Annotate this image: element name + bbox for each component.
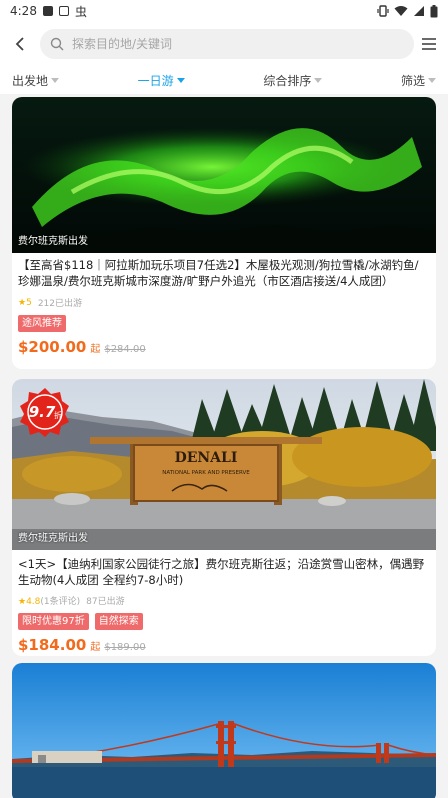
golden-gate-image <box>12 663 436 798</box>
product-meta: ★5 212已出游 <box>12 291 436 310</box>
sold-count: 212已出游 <box>37 299 82 309</box>
current-price: $200.00 <box>18 338 87 356</box>
wifi-icon <box>394 6 408 16</box>
star-icon: ★ <box>18 597 27 607</box>
chevron-left-icon <box>15 37 24 51</box>
tag-list: 限时优惠97折 自然探索 <box>12 607 436 630</box>
tag: 限时优惠97折 <box>18 613 89 630</box>
product-card[interactable]: DENALI NATIONAL PARK AND PRESERVE 9.7 折 … <box>12 379 436 656</box>
bug-icon: 虫 <box>74 4 87 19</box>
triangle-down-icon <box>51 77 60 83</box>
filter-label: 筛选 <box>400 73 425 88</box>
product-title[interactable]: 【至高省$118｜阿拉斯加玩乐项目7任选2】木屋极光观测/狗拉雪橇/冰湖钓鱼/珍… <box>12 253 436 291</box>
product-meta: ★4.8(1条评论) 87已出游 <box>12 588 436 607</box>
product-card[interactable]: 费尔班克斯出发 【至高省$118｜阿拉斯加玩乐项目7任选2】木屋极光观测/狗拉雪… <box>12 97 436 369</box>
product-title[interactable]: <1天>【迪纳利国家公园徒行之旅】费尔班克斯往返；沿途赏雪山密林，偶遇野生动物(… <box>12 550 436 588</box>
notification-icon <box>58 6 69 16</box>
aurora-image <box>12 97 436 253</box>
triangle-down-icon <box>427 77 436 83</box>
product-card[interactable] <box>12 663 436 798</box>
search-box[interactable] <box>40 29 414 59</box>
denali-image: DENALI NATIONAL PARK AND PRESERVE <box>12 379 436 550</box>
rating-value: 5 <box>26 297 32 308</box>
product-image[interactable]: DENALI NATIONAL PARK AND PRESERVE 9.7 折 … <box>12 379 436 550</box>
origin-label: 费尔班克斯出发 <box>18 236 88 247</box>
star-icon: ★ <box>18 297 27 308</box>
battery-icon <box>430 4 438 17</box>
filter-label: 一日游 <box>137 73 174 88</box>
sold-count: 87已出游 <box>86 597 125 607</box>
search-input[interactable] <box>72 37 372 51</box>
signal-icon <box>414 6 424 16</box>
vibrate-icon <box>377 5 389 17</box>
search-icon <box>50 37 64 51</box>
tag: 自然探索 <box>94 613 143 630</box>
sign-title: DENALI <box>175 450 238 466</box>
original-price: $189.00 <box>104 642 146 653</box>
filter-sort[interactable]: 综合排序 <box>263 72 323 89</box>
tag-list: 途风推荐 <box>12 309 436 332</box>
price-suffix: 起 <box>90 642 101 653</box>
hamburger-menu-icon <box>422 38 436 50</box>
rating-value: 4.8 <box>26 597 41 607</box>
tag: 途风推荐 <box>18 315 66 332</box>
product-image[interactable]: 费尔班克斯出发 <box>12 97 436 253</box>
filter-more[interactable]: 筛选 <box>401 72 436 89</box>
discount-badge: 9.7 折 <box>20 388 69 437</box>
review-count: (1条评论) <box>40 597 81 607</box>
price-suffix: 起 <box>90 344 101 355</box>
triangle-down-icon <box>314 77 323 83</box>
filter-label: 出发地 <box>12 73 49 88</box>
status-bar: 4:28 虫 <box>0 0 448 22</box>
price-row: $200.00 起 $284.00 <box>12 332 436 356</box>
product-image[interactable] <box>12 663 436 798</box>
search-header <box>0 22 448 66</box>
sign-subtitle: NATIONAL PARK AND PRESERVE <box>162 470 250 476</box>
back-button[interactable] <box>8 32 32 56</box>
filter-day-tour[interactable]: 一日游 <box>138 72 185 89</box>
price-row: $184.00 起 $189.00 <box>12 630 436 654</box>
filter-bar: 出发地 一日游 综合排序 筛选 <box>0 66 448 94</box>
original-price: $284.00 <box>104 344 146 355</box>
badge-value: 9.7 <box>29 403 56 421</box>
triangle-down-icon <box>176 77 185 83</box>
current-price: $184.00 <box>18 636 87 654</box>
badge-suffix: 折 <box>54 410 62 420</box>
filter-label: 综合排序 <box>263 73 312 88</box>
menu-button[interactable] <box>418 33 440 55</box>
origin-label: 费尔班克斯出发 <box>18 533 88 544</box>
filter-departure[interactable]: 出发地 <box>12 72 60 89</box>
notification-icon <box>42 6 53 16</box>
status-time: 4:28 <box>10 4 37 18</box>
